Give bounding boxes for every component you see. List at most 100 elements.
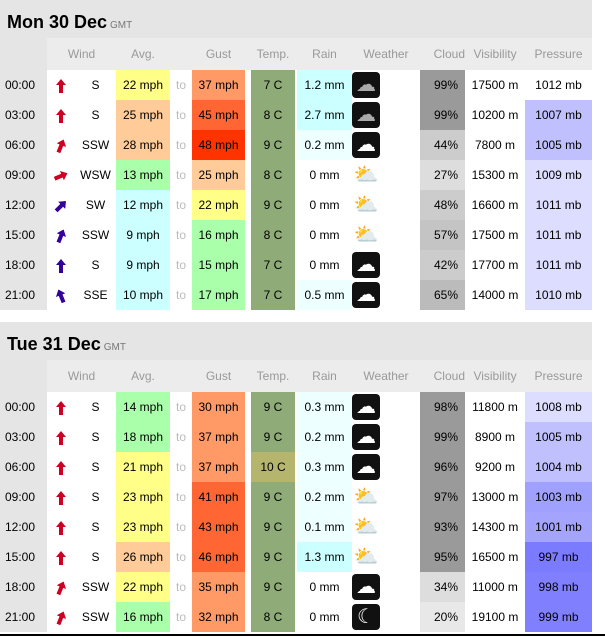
time-label: 00:00: [5, 78, 36, 92]
wind-direction: S: [91, 430, 100, 444]
time-cell: 18:00: [0, 250, 47, 280]
visibility: 19100 m: [471, 610, 519, 624]
gust-speed: 35 mph: [192, 572, 245, 602]
rain-amount: 0 mm: [297, 190, 352, 220]
cloud-cover: 99%: [420, 70, 465, 100]
pressure: 1012 mb: [525, 70, 592, 100]
avg-wind-speed: 26 mph: [116, 542, 170, 572]
temperature: 9 C: [251, 422, 295, 452]
column-header-temp: Temp.: [256, 369, 290, 383]
visibility: 14300 m: [471, 520, 519, 534]
temperature: 8 C: [251, 100, 295, 130]
wind-arrow-cell: [47, 70, 75, 100]
weather-cell: ⛅: [352, 220, 420, 250]
table-row: 03:00 S 18 mph to 37 mph 9 C 0.2 mm ☁ 99% 8900 m 1…: [0, 422, 592, 452]
column-header-avg: Avg.: [131, 369, 155, 383]
cloud-cover-value: 96%: [433, 460, 458, 474]
time-cell: 00:00: [0, 70, 47, 100]
rain-amount: 0.2 mm: [297, 482, 352, 512]
wind-direction-arrow-icon: [55, 289, 66, 304]
wind-direction-arrow-icon: [56, 460, 66, 475]
wind-arrow-cell: [47, 130, 75, 160]
wind-arrow-cell: [47, 160, 75, 190]
time-cell: 12:00: [0, 512, 47, 542]
row-body: SSE 10 mph to 17 mph 7 C 0.5 mm ☁ 65% 14000 m 101…: [47, 280, 592, 310]
row-body: S 9 mph to 15 mph 7 C0 mm ☁ 42% 17700 m 1011 mb: [47, 250, 592, 280]
wind-direction: S: [91, 78, 100, 92]
row-body: WSW 13 mph to 25 mph 8 C0 mm ⛅ 27% 15300 m 1009 …: [47, 160, 592, 190]
table-row: 12:00 S 23 mph to 43 mph 9 C 0.1 mm ⛅ 93% 14300 m…: [0, 512, 592, 542]
row-body: S 14 mph to 30 mph 9 C 0.3 mm ☁ 98% 11800 m 1008 …: [47, 392, 592, 422]
temperature: 7 C: [251, 250, 295, 280]
weather-cell: ☾: [352, 602, 420, 632]
time-label: 00:00: [5, 400, 36, 414]
table-row: 09:00 S 23 mph to 41 mph 9 C 0.2 mm ⛅ 97% 13000 m…: [0, 482, 592, 512]
day-title: Mon 30 Dec GMT: [0, 0, 592, 38]
weather-cell: ☁: [352, 70, 420, 100]
time-cell: 15:00: [0, 220, 47, 250]
wind-arrow-cell: [47, 542, 75, 572]
weather-cell: ⛅: [352, 160, 420, 190]
avg-wind-speed: 12 mph: [116, 190, 170, 220]
row-body: SSW 22 mph to 35 mph 9 C0 mm ☁ 34% 11000 m 998 m…: [47, 572, 592, 602]
time-label: 18:00: [5, 258, 36, 272]
wind-direction-arrow-icon: [56, 229, 67, 244]
to-label: to: [175, 550, 186, 564]
time-cell: 12:00: [0, 190, 47, 220]
wind-direction: SSW: [81, 138, 110, 152]
day-section: Tue 31 Dec GMT Wind Avg. Gust Temp. Rain Weathe…: [0, 322, 592, 632]
rain-amount: 0.1 mm: [297, 512, 352, 542]
cloud-cover-value: 93%: [433, 520, 458, 534]
avg-wind-speed: 13 mph: [116, 160, 170, 190]
time-cell: 09:00: [0, 482, 47, 512]
cloud-cover-value: 97%: [433, 490, 458, 504]
time-label: 18:00: [5, 580, 36, 594]
pressure: 1010 mb: [525, 280, 592, 310]
column-header-wind: Wind: [67, 47, 96, 61]
rain-amount: 0.3 mm: [297, 452, 352, 482]
gust-speed: 37 mph: [192, 452, 245, 482]
to-label: to: [175, 138, 186, 152]
pressure: 1004 mb: [525, 452, 592, 482]
temperature: 9 C: [251, 512, 295, 542]
pressure: 1008 mb: [525, 392, 592, 422]
cloud-cover: 27%: [420, 160, 465, 190]
time-cell: 21:00: [0, 280, 47, 310]
temperature: 8 C: [251, 160, 295, 190]
column-header-visibility: Visibility: [473, 47, 517, 61]
visibility: 17700 m: [471, 258, 519, 272]
to-label: to: [175, 108, 186, 122]
cloud-cover-value: 48%: [433, 198, 458, 212]
temperature: 9 C: [251, 130, 295, 160]
to-label: to: [175, 228, 186, 242]
rain-amount: 1.2 mm: [297, 70, 352, 100]
time-label: 03:00: [5, 430, 36, 444]
column-header-avg: Avg.: [131, 47, 155, 61]
time-label: 06:00: [5, 460, 36, 474]
cloud-cover: 98%: [420, 392, 465, 422]
time-label: 06:00: [5, 138, 36, 152]
cloud-cover: 65%: [420, 280, 465, 310]
table-row: 06:00 S 21 mph to 37 mph 10 C 0.3 mm ☁ 96% 9200 m…: [0, 452, 592, 482]
cloud-sun-icon: ⛅: [353, 516, 379, 538]
column-header-visibility: Visibility: [473, 369, 517, 383]
wind-arrow-cell: [47, 512, 75, 542]
wind-arrow-cell: [47, 602, 75, 632]
visibility: 11800 m: [472, 400, 518, 414]
day-date: Mon 30 Dec: [7, 12, 108, 32]
table-row: 18:00 S 9 mph to 15 mph 7 C0 mm ☁ 42% 17700 m 101…: [0, 250, 592, 280]
avg-wind-speed: 21 mph: [116, 452, 170, 482]
gust-speed: 16 mph: [192, 220, 245, 250]
bottom-divider: [0, 634, 605, 636]
rain-amount: 0 mm: [297, 602, 352, 632]
column-header-row: Wind Avg. Gust Temp. Rain Weather Cloud Visibil…: [47, 360, 592, 392]
pressure: 1011 mb: [525, 220, 592, 250]
wind-direction-arrow-icon: [56, 78, 66, 93]
row-body: SW 12 mph to 22 mph 9 C0 mm ⛅ 48% 16600 m 1011 m…: [47, 190, 592, 220]
gust-speed: 22 mph: [192, 190, 245, 220]
cloud-night-icon: ☁: [352, 282, 380, 308]
table-row: 00:00 S 14 mph to 30 mph 9 C 0.3 mm ☁ 98% 11800 m…: [0, 392, 592, 422]
wind-arrow-cell: [47, 190, 75, 220]
wind-direction-arrow-icon: [56, 550, 66, 565]
weather-cell: ☁: [352, 452, 420, 482]
